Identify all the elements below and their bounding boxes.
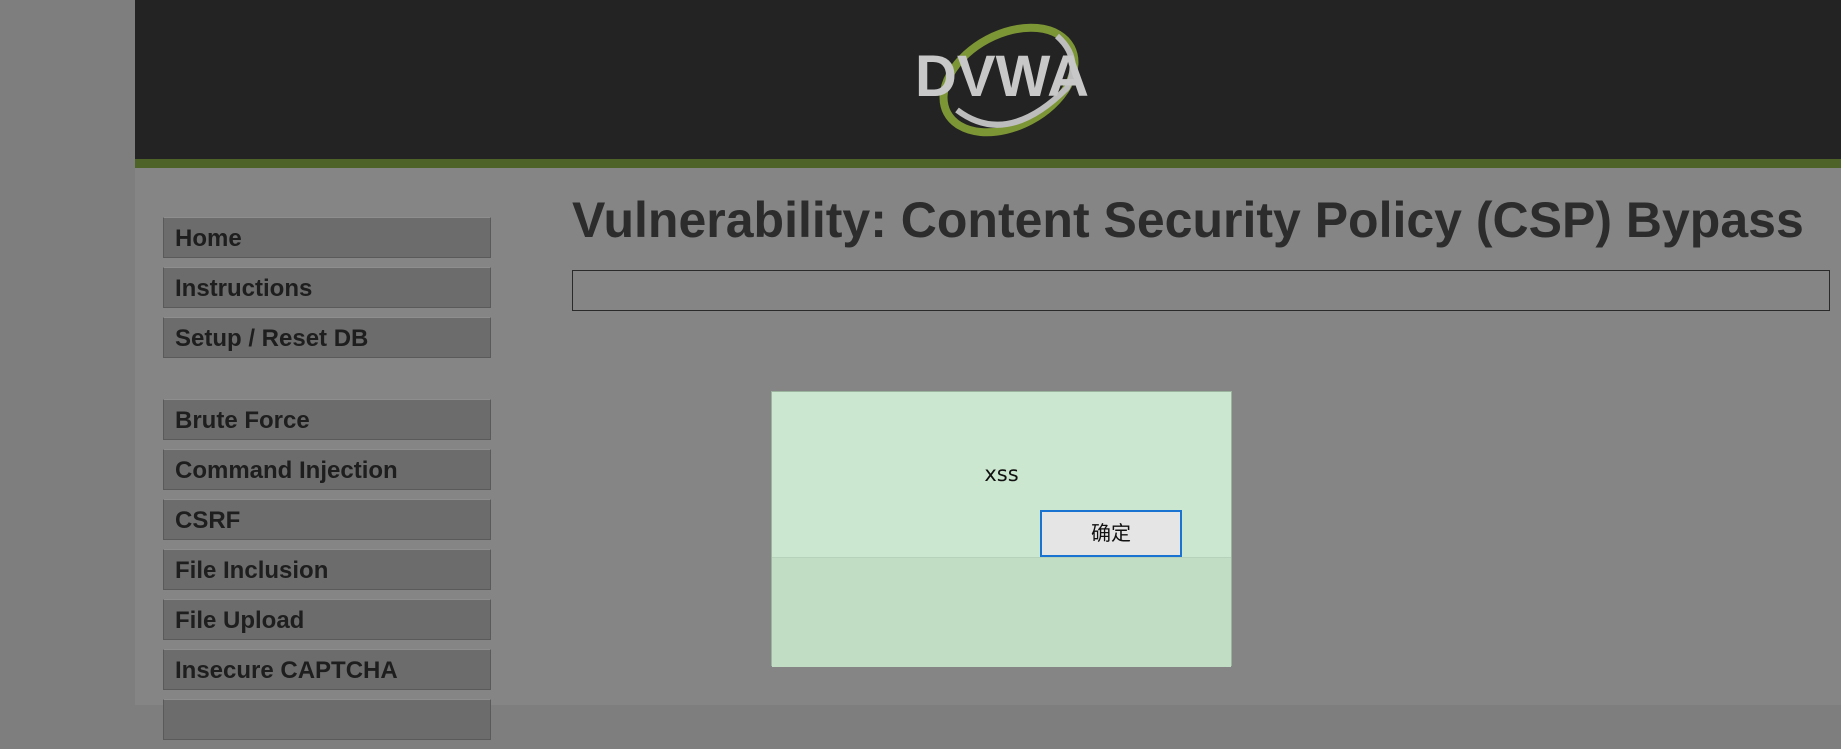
alert-dialog: xss 确定: [771, 391, 1232, 667]
alert-footer: [772, 557, 1231, 667]
modal-overlay: xss 确定: [0, 0, 1841, 705]
alert-message: xss: [984, 462, 1019, 486]
ok-button[interactable]: 确定: [1040, 510, 1182, 557]
sidebar-item-next[interactable]: [163, 699, 491, 740]
